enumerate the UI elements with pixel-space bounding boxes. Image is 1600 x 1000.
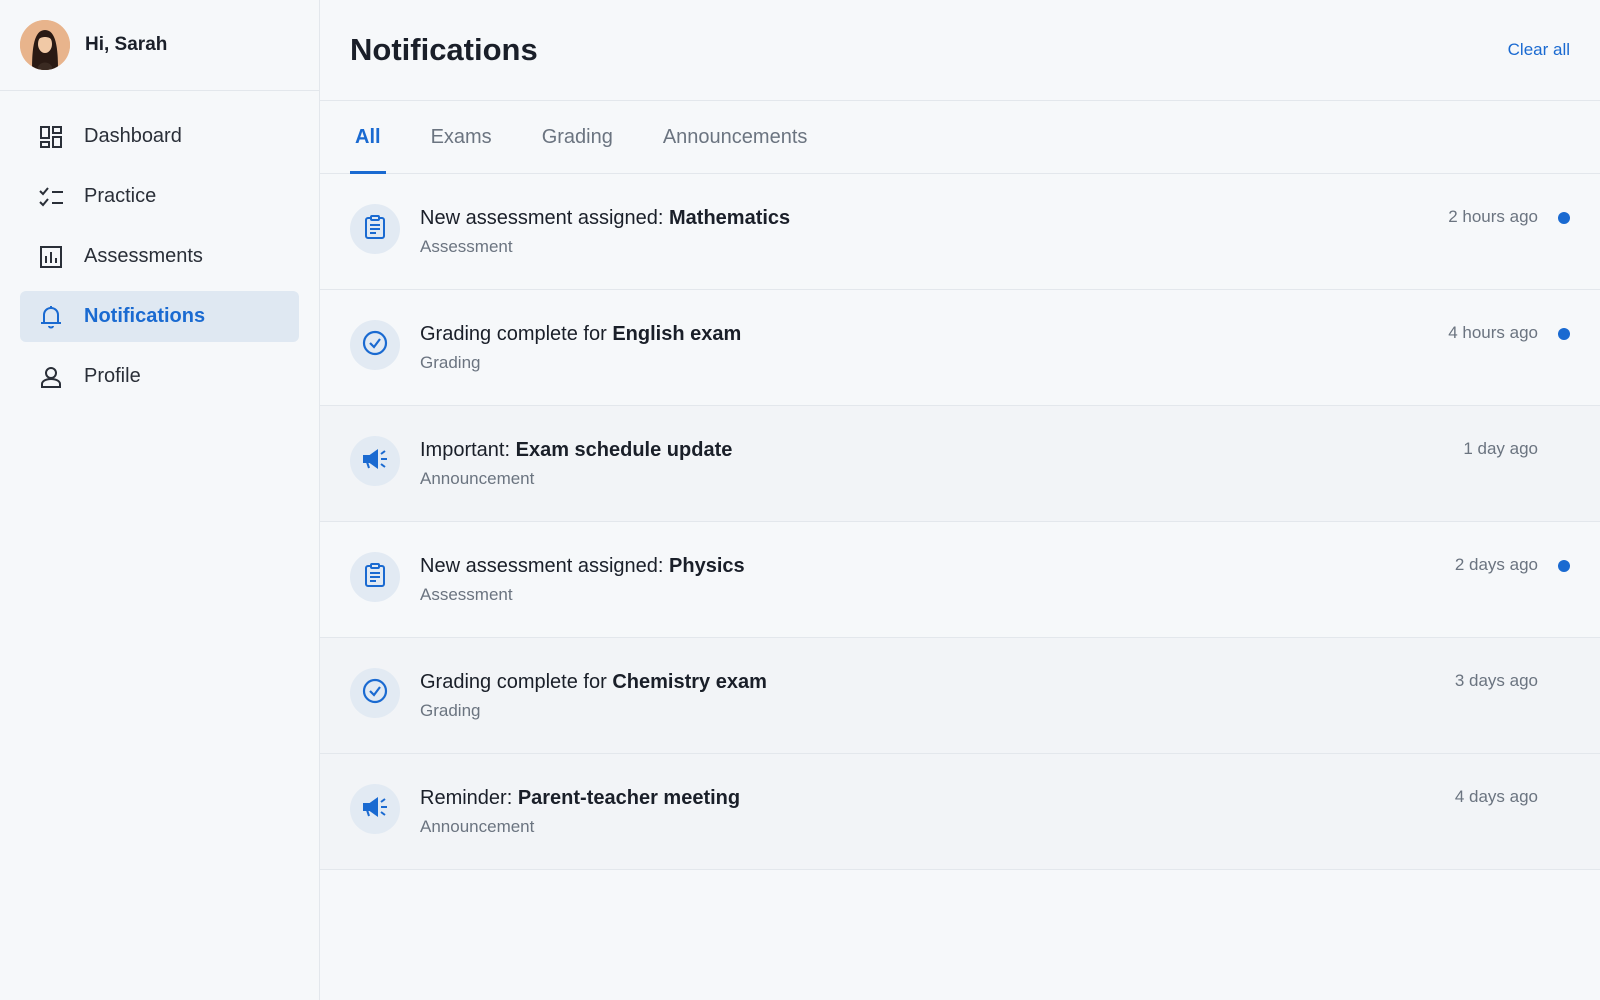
notification-item[interactable]: New assessment assigned: Mathematics Ass… — [320, 174, 1600, 290]
icon-circle — [350, 436, 400, 486]
sidebar-item-assessments[interactable]: Assessments — [20, 231, 299, 282]
notification-list: New assessment assigned: Mathematics Ass… — [320, 174, 1600, 870]
check-circle-icon — [362, 678, 388, 709]
sidebar-item-label: Practice — [84, 185, 157, 207]
dashboard-icon — [38, 124, 64, 150]
notification-category: Announcement — [420, 817, 535, 836]
notification-time: 2 days ago — [1454, 555, 1538, 574]
main-panel: Notifications Clear all All Exams Gradin… — [320, 0, 1600, 1000]
tab-all[interactable]: All — [350, 101, 386, 174]
sidebar: Hi, Sarah Dashboard Practice Assessments… — [0, 0, 320, 1000]
sidebar-item-label: Assessments — [84, 245, 203, 267]
notification-category: Assessment — [420, 237, 513, 256]
notification-time: 4 days ago — [1454, 787, 1538, 806]
icon-circle — [350, 668, 400, 718]
unread-dot — [1558, 212, 1570, 224]
unread-dot — [1558, 328, 1570, 340]
clear-all-link[interactable]: Clear all — [1508, 40, 1570, 60]
clipboard-icon — [364, 214, 386, 244]
user-greeting: Hi, Sarah — [85, 34, 168, 55]
notification-time: 4 hours ago — [1448, 323, 1538, 342]
notification-message: New assessment assigned: Physics — [420, 555, 745, 577]
notification-item[interactable]: Important: Exam schedule update Announce… — [320, 406, 1600, 522]
notification-message: Grading complete for English exam — [420, 323, 742, 345]
notification-message: Reminder: Parent-teacher meeting — [420, 787, 741, 809]
notification-category: Grading — [420, 701, 481, 720]
notification-message: Important: Exam schedule update — [420, 439, 733, 461]
sidebar-item-label: Dashboard — [84, 125, 182, 147]
sidebar-item-label: Notifications — [84, 305, 206, 327]
check-circle-icon — [362, 330, 388, 361]
notification-category: Grading — [420, 353, 481, 372]
notification-time: 3 days ago — [1454, 671, 1538, 690]
notification-message: Grading complete for Chemistry exam — [420, 671, 767, 693]
tab-exams[interactable]: Exams — [426, 101, 497, 173]
unread-dot — [1558, 560, 1570, 572]
tab-announcements[interactable]: Announcements — [658, 101, 813, 173]
sidebar-item-notifications[interactable]: Notifications — [20, 291, 299, 342]
megaphone-icon — [361, 447, 389, 476]
notification-time: 2 hours ago — [1448, 207, 1538, 226]
checklist-icon — [38, 184, 64, 210]
icon-circle — [350, 784, 400, 834]
notification-item[interactable]: Grading complete for Chemistry exam Grad… — [320, 638, 1600, 754]
icon-circle — [350, 552, 400, 602]
sidebar-item-profile[interactable]: Profile — [20, 351, 299, 402]
notification-category: Assessment — [420, 585, 513, 604]
filter-tabs: All Exams Grading Announcements — [320, 101, 1600, 174]
notification-item[interactable]: Reminder: Parent-teacher meeting Announc… — [320, 754, 1600, 870]
icon-circle — [350, 320, 400, 370]
avatar[interactable] — [20, 20, 70, 70]
page-header: Notifications Clear all — [320, 0, 1600, 101]
user-header: Hi, Sarah — [0, 0, 319, 91]
notification-message: New assessment assigned: Mathematics — [420, 207, 791, 229]
bar-chart-icon — [38, 244, 64, 270]
bell-icon — [38, 304, 64, 330]
icon-circle — [350, 204, 400, 254]
notification-item[interactable]: New assessment assigned: Physics Assessm… — [320, 522, 1600, 638]
sidebar-item-practice[interactable]: Practice — [20, 171, 299, 222]
notification-time: 1 day ago — [1463, 439, 1538, 458]
tab-grading[interactable]: Grading — [537, 101, 618, 173]
notification-category: Announcement — [420, 469, 535, 488]
sidebar-nav: Dashboard Practice Assessments Notificat… — [0, 91, 319, 402]
clipboard-icon — [364, 562, 386, 592]
notification-item[interactable]: Grading complete for English exam Gradin… — [320, 290, 1600, 406]
sidebar-item-dashboard[interactable]: Dashboard — [20, 111, 299, 162]
page-title: Notifications — [350, 32, 538, 67]
person-icon — [38, 364, 64, 390]
megaphone-icon — [361, 795, 389, 824]
sidebar-item-label: Profile — [84, 365, 141, 387]
